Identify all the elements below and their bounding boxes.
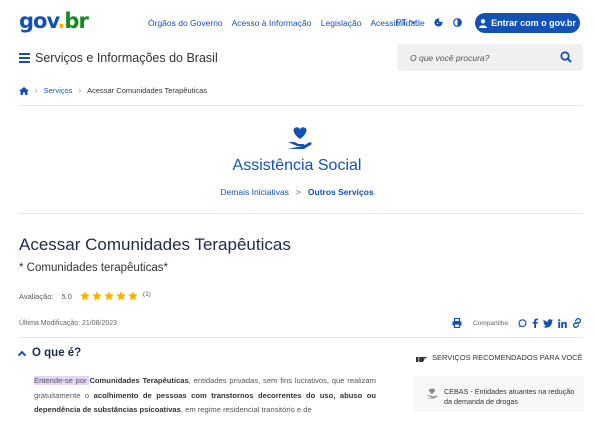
- star-icon[interactable]: [128, 291, 138, 301]
- link-acesso-informacao[interactable]: Acesso à Informação: [232, 18, 312, 28]
- breadcrumb: › Serviços › Acessar Comunidades Terapêu…: [19, 86, 207, 95]
- logo-text-br: br: [64, 9, 88, 33]
- divider: [19, 213, 583, 214]
- crumb-demais-iniciativas[interactable]: Demais Iniciativas: [220, 187, 289, 197]
- rating: Avaliação: 5.0 (1): [19, 291, 151, 301]
- search-input[interactable]: O que você procura?: [397, 44, 583, 71]
- star-icon[interactable]: [92, 291, 102, 301]
- user-icon: [479, 18, 488, 28]
- search-icon[interactable]: [560, 51, 572, 63]
- language-selector[interactable]: PT: [396, 16, 417, 27]
- text-segment: , em regime residencial transitório e de: [180, 405, 312, 414]
- top-links: Órgãos do Governo Acesso à Informação Le…: [148, 18, 432, 28]
- chevron-down-icon: [409, 16, 417, 25]
- rating-stars[interactable]: [80, 291, 138, 301]
- breadcrumb-separator: ›: [35, 86, 38, 95]
- chevron-up-icon: [17, 350, 27, 360]
- cookie-icon[interactable]: [434, 18, 443, 27]
- whatsapp-icon[interactable]: [518, 318, 527, 328]
- crumb-outros-servicos[interactable]: Outros Serviços: [308, 187, 374, 197]
- language-label: PT: [396, 17, 407, 27]
- link-icon[interactable]: [572, 318, 582, 328]
- divider: [19, 105, 583, 106]
- top-bar: gov.br Órgãos do Governo Acesso à Inform…: [0, 0, 594, 44]
- rating-value: 5.0: [61, 291, 72, 301]
- search-placeholder: O que você procura?: [410, 53, 490, 63]
- breadcrumb-current: Acessar Comunidades Terapêuticas: [87, 86, 208, 95]
- category-breadcrumb: Demais Iniciativas > Outros Serviços: [0, 187, 594, 197]
- breadcrumb-servicos[interactable]: Serviços: [44, 86, 73, 95]
- breadcrumb-separator: ›: [78, 86, 82, 95]
- page-title: Acessar Comunidades Terapêuticas: [19, 235, 291, 254]
- share-bar: Compartilhe:: [452, 318, 582, 328]
- link-legislacao[interactable]: Legislação: [321, 18, 362, 28]
- star-icon[interactable]: [80, 291, 90, 301]
- govbr-logo[interactable]: gov.br: [19, 9, 89, 33]
- facebook-icon[interactable]: [532, 318, 538, 328]
- accordion-title: O que é?: [32, 347, 82, 359]
- login-button[interactable]: Entrar com o gov.br: [475, 13, 580, 33]
- accordion-o-que-e[interactable]: O que é?: [17, 347, 82, 360]
- recommended-item-title: CEBAS - Entidades atuantes na redução da…: [444, 387, 575, 406]
- recommended-heading: SERVIÇOS RECOMENDADOS PARA VOCÊ: [416, 353, 583, 362]
- logo-text-gov: gov: [19, 9, 58, 33]
- print-icon[interactable]: [452, 318, 462, 328]
- accordion-content: Entende-se por Comunidades Terapêuticas,…: [34, 374, 376, 418]
- text-segment: Entende-se por: [34, 376, 90, 385]
- crumb-separator: >: [295, 187, 301, 197]
- rating-label: Avaliação:: [19, 291, 54, 301]
- linkedin-icon[interactable]: [558, 318, 567, 328]
- divider: [19, 337, 583, 338]
- contrast-icon[interactable]: [453, 18, 462, 27]
- hand-point-icon: [416, 356, 427, 362]
- last-modified: Última Modificação: 21/08/2023: [19, 320, 118, 327]
- star-icon[interactable]: [116, 291, 126, 301]
- home-icon[interactable]: [19, 86, 29, 95]
- page-subtitle: * Comunidades terapêuticas*: [19, 262, 168, 274]
- twitter-icon[interactable]: [542, 318, 553, 328]
- recommended-item[interactable]: CEBAS - Entidades atuantes na redução da…: [414, 376, 584, 412]
- heart-hand-icon: [426, 388, 438, 399]
- recommended-heading-label: SERVIÇOS RECOMENDADOS PARA VOCÊ: [432, 353, 583, 362]
- link-orgaos-governo[interactable]: Órgãos do Governo: [148, 18, 223, 28]
- login-label: Entrar com o gov.br: [491, 18, 576, 28]
- star-icon[interactable]: [104, 291, 114, 301]
- text-bold: Comunidades Terapêuticas: [89, 376, 189, 385]
- share-label: Compartilhe:: [473, 319, 510, 327]
- heart-hand-icon: [288, 127, 312, 149]
- rating-count: (1): [142, 290, 151, 298]
- menu-icon[interactable]: [19, 53, 30, 63]
- site-title[interactable]: Serviços e Informações do Brasil: [35, 51, 218, 65]
- category-title: Assistência Social: [232, 157, 362, 174]
